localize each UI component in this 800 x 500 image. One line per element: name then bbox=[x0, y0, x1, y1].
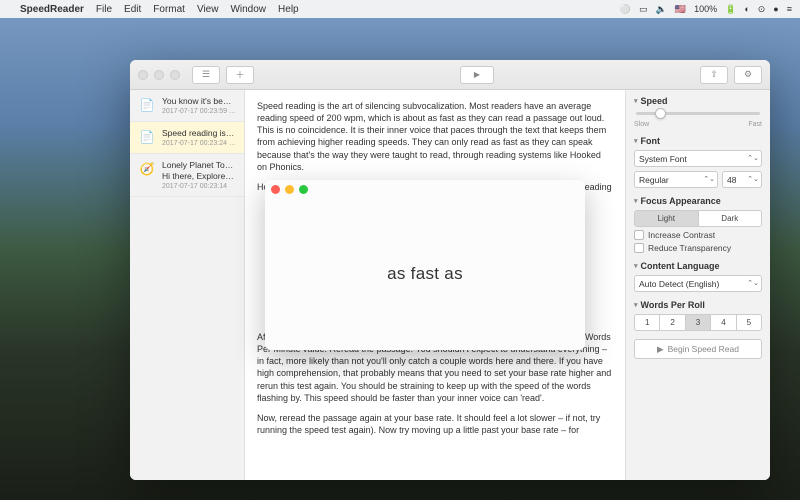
light-segment[interactable]: Light bbox=[635, 211, 699, 226]
paragraph: Now, reread the passage again at your ba… bbox=[257, 412, 613, 436]
airplay-icon[interactable]: ▭ bbox=[639, 4, 648, 15]
overlay-close-button[interactable] bbox=[271, 185, 280, 194]
add-button[interactable]: ＋ bbox=[226, 66, 254, 84]
sidebar-item-date: 2017-07-17 00:23:24 +0000 bbox=[162, 140, 236, 147]
volume-icon[interactable]: 🔈 bbox=[656, 4, 667, 15]
minimize-button[interactable] bbox=[154, 70, 164, 80]
menu-view[interactable]: View bbox=[197, 4, 219, 15]
wifi-icon[interactable]: ⚪ bbox=[620, 4, 631, 15]
paragraph: Speed reading is the art of silencing su… bbox=[257, 100, 613, 173]
font-family-select[interactable]: System Font bbox=[634, 150, 762, 167]
slider-min-label: Slow bbox=[634, 121, 649, 128]
menubar: SpeedReader File Edit Format View Window… bbox=[0, 0, 800, 18]
play-button[interactable]: ▶ bbox=[460, 66, 494, 84]
speed-read-overlay: as fast as bbox=[265, 180, 585, 350]
speed-read-text: as fast as bbox=[265, 198, 585, 350]
settings-button[interactable]: ⚙ bbox=[734, 66, 762, 84]
checkbox-label: Reduce Transparency bbox=[648, 243, 731, 253]
reduce-transparency-checkbox[interactable] bbox=[634, 243, 644, 253]
sidebar-item-date: 2017-07-17 00:23:14 bbox=[162, 183, 236, 190]
share-button[interactable]: ⇧ bbox=[700, 66, 728, 84]
sidebar: 📄 You know it's been driven us from the … bbox=[130, 90, 245, 480]
sidebar-item-title: Lonely Planet To… bbox=[162, 160, 236, 170]
sidebar-item[interactable]: 🧭 Lonely Planet To… Hi there, Explore… 2… bbox=[130, 154, 244, 196]
dark-segment[interactable]: Dark bbox=[699, 211, 762, 226]
document-icon: 📄 bbox=[138, 96, 156, 114]
sidebar-item-title: You know it's been driven us from the ve… bbox=[162, 96, 236, 106]
language-select[interactable]: Auto Detect (English) bbox=[634, 275, 762, 292]
flag-icon[interactable]: 🇺🇸 bbox=[675, 4, 686, 15]
speed-slider[interactable] bbox=[636, 112, 760, 115]
menu-format[interactable]: Format bbox=[153, 4, 185, 15]
play-icon: ▶ bbox=[657, 344, 664, 355]
focus-header[interactable]: Focus Appearance bbox=[634, 196, 762, 206]
status-icon-2[interactable]: ⊙ bbox=[758, 4, 766, 15]
battery-icon[interactable]: 🔋 bbox=[725, 4, 736, 15]
status-icon-1[interactable]: ◐ bbox=[744, 4, 749, 14]
close-button[interactable] bbox=[138, 70, 148, 80]
overlay-minimize-button[interactable] bbox=[285, 185, 294, 194]
menu-help[interactable]: Help bbox=[278, 4, 299, 15]
slider-max-label: Fast bbox=[748, 121, 762, 128]
checkbox-label: Increase Contrast bbox=[648, 230, 715, 240]
menu-edit[interactable]: Edit bbox=[124, 4, 141, 15]
language-header[interactable]: Content Language bbox=[634, 261, 762, 271]
wpr-segmented: 1 2 3 4 5 bbox=[634, 314, 762, 331]
sidebar-item[interactable]: 📄 Speed reading is the art of silencing … bbox=[130, 122, 244, 154]
settings-panel: Speed Slow Fast Font System Font Regular… bbox=[625, 90, 770, 480]
wpr-1[interactable]: 1 bbox=[635, 315, 660, 330]
appearance-segmented: Light Dark bbox=[634, 210, 762, 227]
font-header[interactable]: Font bbox=[634, 136, 762, 146]
slider-thumb[interactable] bbox=[655, 108, 666, 119]
safari-icon: 🧭 bbox=[138, 160, 156, 178]
font-weight-select[interactable]: Regular bbox=[634, 171, 718, 188]
app-name-menu[interactable]: SpeedReader bbox=[20, 4, 84, 15]
document-icon: 📄 bbox=[138, 128, 156, 146]
sidebar-toggle-button[interactable]: ☰ bbox=[192, 66, 220, 84]
wpr-2[interactable]: 2 bbox=[660, 315, 685, 330]
menu-file[interactable]: File bbox=[96, 4, 112, 15]
wpr-4[interactable]: 4 bbox=[711, 315, 736, 330]
increase-contrast-checkbox[interactable] bbox=[634, 230, 644, 240]
sidebar-item[interactable]: 📄 You know it's been driven us from the … bbox=[130, 90, 244, 122]
menu-window[interactable]: Window bbox=[230, 4, 266, 15]
sidebar-item-title: Speed reading is the art of silencing su… bbox=[162, 128, 236, 138]
status-icon-3[interactable]: ● bbox=[773, 4, 778, 14]
sidebar-item-subtitle: Hi there, Explore… bbox=[162, 171, 236, 181]
begin-speed-read-button[interactable]: ▶ Begin Speed Read bbox=[634, 339, 762, 359]
overlay-zoom-button[interactable] bbox=[299, 185, 308, 194]
speed-header[interactable]: Speed bbox=[634, 96, 762, 106]
sidebar-item-date: 2017-07-17 00:23:59 +0000 bbox=[162, 108, 236, 115]
wpr-3[interactable]: 3 bbox=[686, 315, 711, 330]
wpr-5[interactable]: 5 bbox=[737, 315, 761, 330]
font-size-select[interactable]: 48 bbox=[722, 171, 762, 188]
titlebar: ☰ ＋ ▶ ⇧ ⚙ bbox=[130, 60, 770, 90]
wpr-header[interactable]: Words Per Roll bbox=[634, 300, 762, 310]
menu-extras-icon[interactable]: ≡ bbox=[787, 4, 792, 14]
zoom-button[interactable] bbox=[170, 70, 180, 80]
battery-text[interactable]: 100% bbox=[694, 4, 717, 14]
